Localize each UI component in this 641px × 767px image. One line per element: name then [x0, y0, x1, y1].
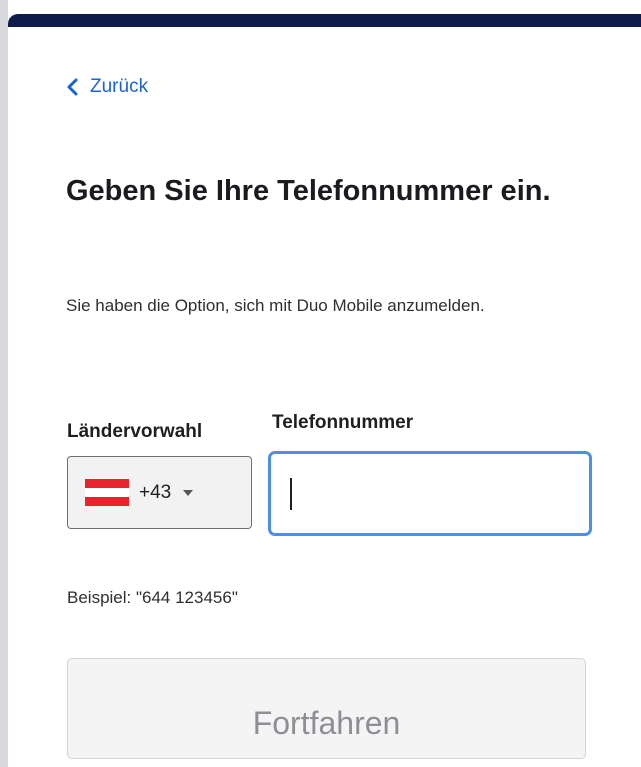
login-panel: Zurück Geben Sie Ihre Telefonnummer ein.…	[0, 0, 641, 767]
page-background	[0, 0, 641, 14]
brand-top-bar	[8, 14, 641, 27]
country-code-value: +43	[139, 481, 172, 503]
phone-example-hint: Beispiel: "644 123456"	[67, 588, 238, 607]
page-subtitle: Sie haben die Option, sich mit Duo Mobil…	[66, 296, 485, 315]
chevron-left-icon	[66, 77, 82, 97]
back-link-label: Zurück	[90, 76, 149, 97]
left-edge	[0, 0, 8, 767]
text-cursor	[290, 478, 292, 510]
phone-number-input[interactable]	[268, 451, 592, 536]
page-title: Geben Sie Ihre Telefonnummer ein.	[66, 175, 551, 207]
phone-number-label: Telefonnummer	[272, 412, 414, 433]
back-link[interactable]: Zurück	[66, 75, 148, 99]
country-code-label: Ländervorwahl	[67, 421, 203, 442]
caret-down-icon	[183, 489, 194, 496]
austria-flag-icon	[85, 478, 129, 507]
continue-button[interactable]: Fortfahren	[67, 658, 586, 759]
country-code-select[interactable]: +43	[67, 456, 252, 529]
